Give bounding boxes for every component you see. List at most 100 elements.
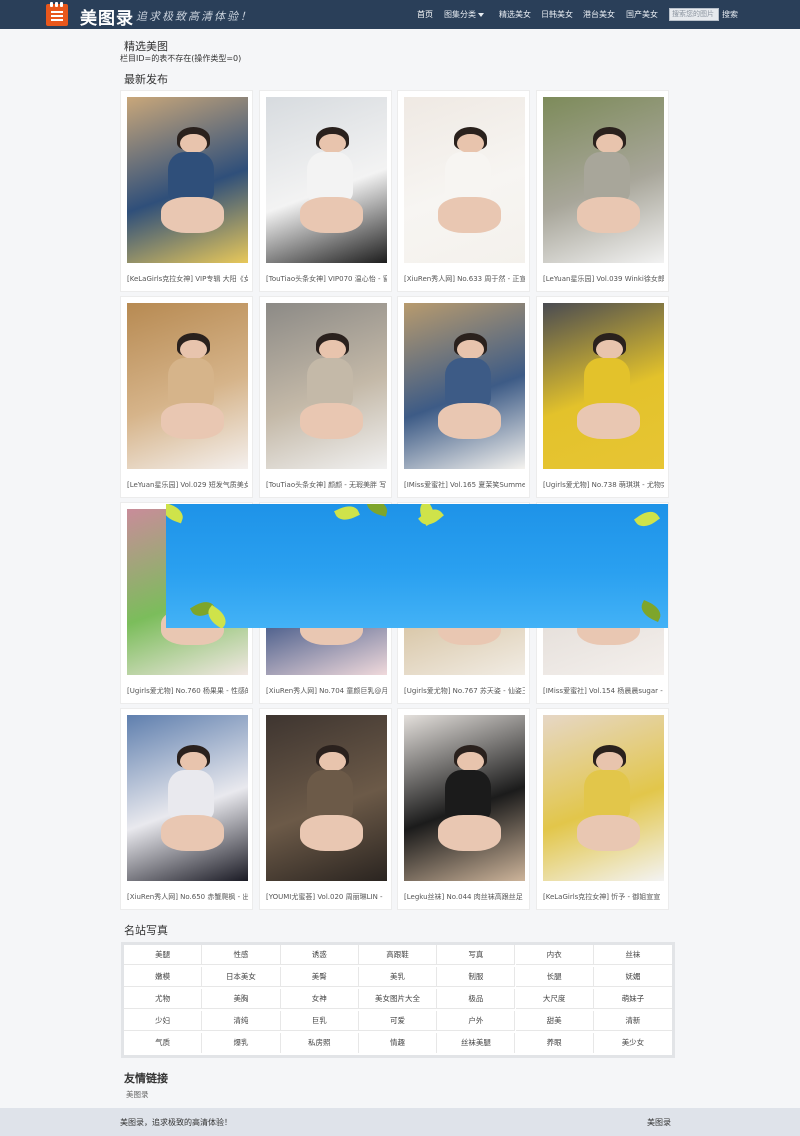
- photo-caption[interactable]: [Ugirls爱尤物] No.738 萌琪琪 - 尤物突: [543, 480, 664, 490]
- photo-card[interactable]: [XiuRen秀人网] No.650 赤蟹爬枫 - 出: [120, 708, 253, 910]
- photo-card[interactable]: [TouTiao头条女神] VIP070 温心怡 - 窗: [259, 90, 392, 292]
- photo-thumbnail[interactable]: [266, 303, 387, 469]
- tag-link[interactable]: 写真: [437, 945, 516, 965]
- photo-card[interactable]: [XiuRen秀人网] No.633 周于然 - 正宣: [397, 90, 530, 292]
- tag-link[interactable]: 性感: [202, 945, 281, 965]
- tag-link[interactable]: 制服: [437, 967, 516, 987]
- tag-link[interactable]: 美少女: [594, 1033, 672, 1053]
- photo-card[interactable]: [KeLaGirls克拉女神] 忻予 - 御姐宣宣: [536, 708, 669, 910]
- search-input[interactable]: 搜索您的图片: [669, 8, 719, 21]
- nav-categories[interactable]: 图集分类: [444, 0, 484, 29]
- friend-link[interactable]: 美图录: [126, 1089, 149, 1100]
- photo-figure-shape: [457, 133, 484, 154]
- photo-card[interactable]: [Ugirls爱尤物] No.738 萌琪琪 - 尤物突: [536, 296, 669, 498]
- nav-japan-korea[interactable]: 日韩美女: [541, 0, 573, 29]
- tag-link[interactable]: 美腿: [124, 945, 203, 965]
- tag-link[interactable]: 少妇: [124, 1011, 203, 1031]
- tag-link[interactable]: 养眼: [516, 1033, 594, 1053]
- tag-link[interactable]: 丝袜美腿: [437, 1033, 516, 1053]
- nav-featured[interactable]: 精选美女: [499, 0, 531, 29]
- ad-banner[interactable]: [166, 504, 668, 628]
- nav-home[interactable]: 首页: [417, 0, 433, 29]
- photo-card[interactable]: [LeYuan星乐园] Vol.039 Winki徐女郎: [536, 90, 669, 292]
- tag-link[interactable]: 美女图片大全: [358, 989, 438, 1009]
- photo-thumbnail[interactable]: [127, 97, 248, 263]
- photo-caption[interactable]: [Ugirls爱尤物] No.767 苏天姿 - 仙姿玉: [404, 686, 525, 696]
- photo-card[interactable]: [IMiss爱蜜社] Vol.165 夏茉笑Summer: [397, 296, 530, 498]
- photo-thumbnail[interactable]: [266, 97, 387, 263]
- photo-figure-shape: [319, 751, 346, 772]
- photo-caption[interactable]: [Ugirls爱尤物] No.760 杨果果 - 性感的: [127, 686, 248, 696]
- photo-card[interactable]: [TouTiao头条女神] 颜颜 - 无瑕美胖 写: [259, 296, 392, 498]
- tag-link[interactable]: 长腿: [515, 967, 594, 987]
- photo-thumbnail[interactable]: [543, 97, 664, 263]
- footer-site-link[interactable]: 美图录: [647, 1117, 671, 1128]
- tag-link[interactable]: 萌妹子: [593, 989, 673, 1009]
- tag-link[interactable]: 私房照: [281, 1033, 359, 1053]
- photo-figure-shape: [180, 751, 207, 772]
- leaf-decoration: [638, 600, 664, 622]
- tag-link[interactable]: 情趣: [359, 1033, 438, 1053]
- photo-caption[interactable]: [TouTiao头条女神] 颜颜 - 无瑕美胖 写: [266, 480, 387, 490]
- tag-link[interactable]: 日本美女: [202, 967, 281, 987]
- photo-card[interactable]: [KeLaGirls克拉女神] VIP专辑 大阳《女: [120, 90, 253, 292]
- tag-link[interactable]: 气质: [124, 1033, 203, 1053]
- photo-caption[interactable]: [IMiss爱蜜社] Vol.154 杨晨晨sugar -: [543, 686, 664, 696]
- photo-thumbnail[interactable]: [543, 715, 664, 881]
- photo-thumbnail[interactable]: [404, 715, 525, 881]
- photo-thumbnail[interactable]: [404, 303, 525, 469]
- nav-hk-tw[interactable]: 港台美女: [583, 0, 615, 29]
- photo-card[interactable]: [YOUMI尤蜜荟] Vol.020 周丽琳LIN -: [259, 708, 392, 910]
- photo-thumbnail[interactable]: [404, 97, 525, 263]
- photo-thumbnail[interactable]: [127, 303, 248, 469]
- notebook-logo-icon[interactable]: [46, 2, 68, 26]
- tag-link[interactable]: 清纯: [202, 1011, 281, 1031]
- tag-link[interactable]: 高跟鞋: [358, 945, 438, 965]
- photo-figure-shape: [437, 814, 501, 852]
- photo-caption[interactable]: [XiuRen秀人网] No.650 赤蟹爬枫 - 出: [127, 892, 248, 902]
- photo-thumbnail[interactable]: [266, 715, 387, 881]
- photo-caption[interactable]: [IMiss爱蜜社] Vol.165 夏茉笑Summer: [404, 480, 525, 490]
- photo-figure-shape: [299, 814, 363, 852]
- photo-caption[interactable]: [Legku丝袜] No.044 肉丝袜高跟丝足: [404, 892, 525, 902]
- tag-link[interactable]: 诱惑: [280, 945, 359, 965]
- photo-card[interactable]: [LeYuan星乐园] Vol.029 短发气质美女: [120, 296, 253, 498]
- tag-link[interactable]: 丝袜: [593, 945, 673, 965]
- tag-link[interactable]: 可爱: [358, 1011, 438, 1031]
- nav-domestic[interactable]: 国产美女: [626, 0, 658, 29]
- tag-link[interactable]: 嫩模: [124, 967, 203, 987]
- photo-caption[interactable]: [TouTiao头条女神] VIP070 温心怡 - 窗: [266, 274, 387, 284]
- tag-link[interactable]: 户外: [437, 1011, 516, 1031]
- photo-thumbnail[interactable]: [127, 715, 248, 881]
- tag-link[interactable]: 美乳: [358, 967, 438, 987]
- tag-link[interactable]: 美胸: [202, 989, 281, 1009]
- tag-link[interactable]: 大尺度: [515, 989, 594, 1009]
- photo-caption[interactable]: [XiuRen秀人网] No.704 童颜巨乳@月: [266, 686, 387, 696]
- photo-figure-shape: [160, 814, 224, 852]
- tag-link[interactable]: 女神: [280, 989, 359, 1009]
- tag-link[interactable]: 内衣: [515, 945, 594, 965]
- tag-link[interactable]: 甜美: [515, 1011, 594, 1031]
- logo-ring-1: [50, 2, 53, 7]
- tag-link[interactable]: 尤物: [124, 989, 203, 1009]
- photo-figure-shape: [307, 151, 354, 202]
- tag-link[interactable]: 美臀: [280, 967, 359, 987]
- tag-link[interactable]: 爆乳: [202, 1033, 281, 1053]
- tag-link[interactable]: 极品: [437, 989, 516, 1009]
- photo-thumbnail[interactable]: [543, 303, 664, 469]
- photo-caption[interactable]: [KeLaGirls克拉女神] 忻予 - 御姐宣宣: [543, 892, 664, 902]
- photo-caption[interactable]: [YOUMI尤蜜荟] Vol.020 周丽琳LIN -: [266, 892, 387, 902]
- site-logo-text[interactable]: 美图录: [80, 4, 134, 29]
- tag-link[interactable]: 妩媚: [593, 967, 673, 987]
- friend-links-title: 友情链接: [124, 1072, 168, 1085]
- tag-link[interactable]: 巨乳: [280, 1011, 359, 1031]
- photo-caption[interactable]: [LeYuan星乐园] Vol.039 Winki徐女郎: [543, 274, 664, 284]
- photo-caption[interactable]: [XiuRen秀人网] No.633 周于然 - 正宣: [404, 274, 525, 284]
- photo-caption[interactable]: [LeYuan星乐园] Vol.029 短发气质美女: [127, 480, 248, 490]
- photo-caption[interactable]: [KeLaGirls克拉女神] VIP专辑 大阳《女: [127, 274, 248, 284]
- photo-figure-shape: [457, 751, 484, 772]
- photo-card[interactable]: [Legku丝袜] No.044 肉丝袜高跟丝足: [397, 708, 530, 910]
- search-button[interactable]: 搜索: [722, 8, 738, 21]
- tag-link[interactable]: 清新: [593, 1011, 673, 1031]
- footer-slogan: 美图录，追求极致的高清体验！: [120, 1118, 232, 1127]
